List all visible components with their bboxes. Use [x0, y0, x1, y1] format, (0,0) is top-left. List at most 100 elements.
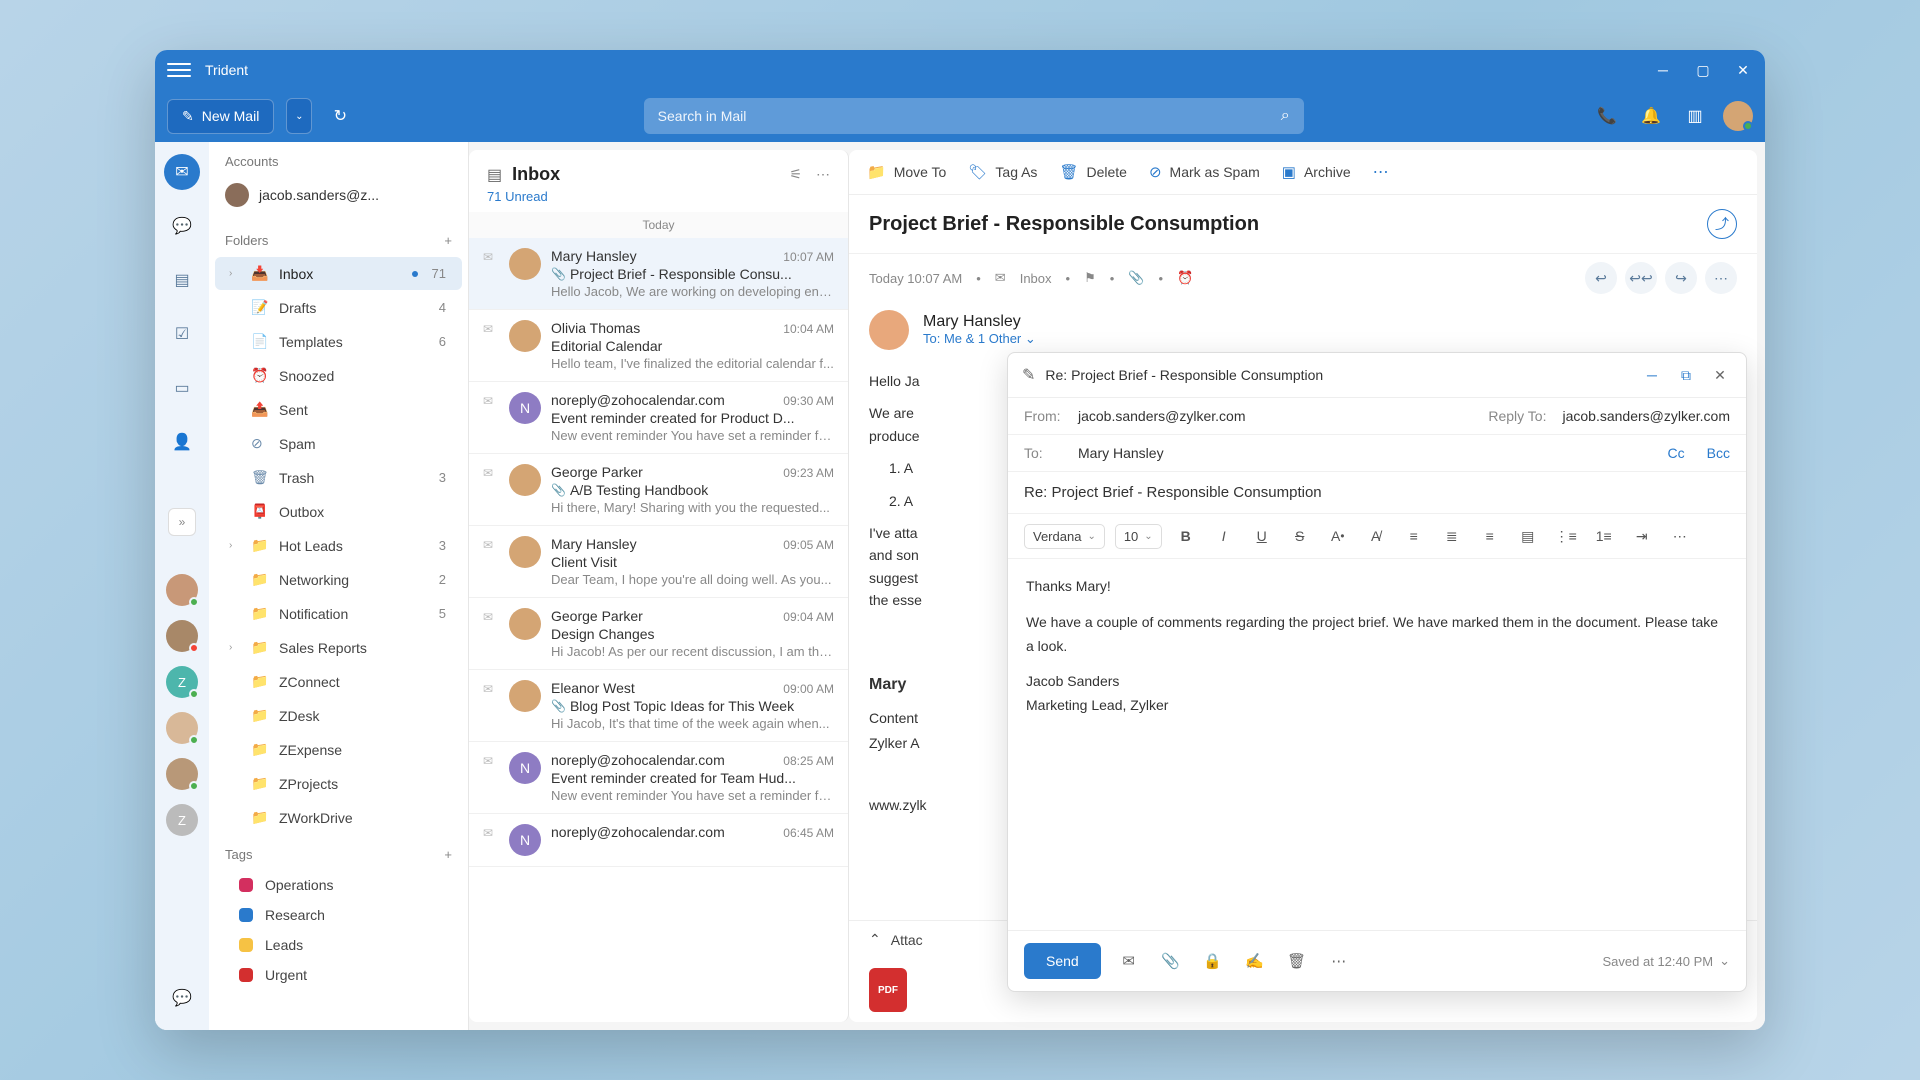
folder-item-networking[interactable]: 📁 Networking 2	[215, 563, 462, 596]
forward-button[interactable]: ↪	[1665, 262, 1697, 294]
folder-item-zdesk[interactable]: 📁 ZDesk	[215, 699, 462, 732]
mail-item[interactable]: ✉ Olivia Thomas10:04 AM Editorial Calend…	[469, 310, 848, 382]
flag-icon[interactable]: ⚑	[1084, 270, 1096, 286]
delete-button[interactable]: 🗑Delete	[1059, 163, 1127, 181]
rail-calendar[interactable]: ▤	[164, 262, 200, 298]
add-folder-icon[interactable]: +	[444, 233, 452, 248]
mail-item[interactable]: ✉ Mary Hansley09:05 AM Client Visit Dear…	[469, 526, 848, 598]
number-list-button[interactable]: 1≡	[1590, 522, 1618, 550]
underline-button[interactable]: U	[1248, 522, 1276, 550]
rail-avatar-2[interactable]	[166, 620, 198, 652]
move-to-button[interactable]: 📁Move To	[867, 163, 946, 181]
filter-icon[interactable]: ⚟	[789, 166, 802, 183]
compose-body[interactable]: Thanks Mary! We have a couple of comment…	[1008, 559, 1746, 930]
search-input[interactable]	[658, 108, 1281, 124]
spam-button[interactable]: ⊘Mark as Spam	[1149, 163, 1260, 181]
more-icon[interactable]: ⋯	[816, 166, 830, 183]
rail-avatar-6[interactable]: Z	[166, 804, 198, 836]
discard-button[interactable]: 🗑	[1283, 947, 1311, 975]
compose-more-button[interactable]: ⋯	[1325, 947, 1353, 975]
mail-list[interactable]: ✉ Mary Hansley10:07 AM 📎Project Brief - …	[469, 238, 848, 1022]
rail-contacts[interactable]: 👤	[164, 424, 200, 460]
refresh-button[interactable]: ↻	[324, 100, 356, 132]
tag-item-research[interactable]: Research	[209, 900, 468, 930]
recipients-link[interactable]: To: Me & 1 Other ⌄	[923, 331, 1036, 347]
new-mail-button[interactable]: ✎ New Mail	[167, 99, 274, 134]
reply-button[interactable]: ↩	[1585, 262, 1617, 294]
folder-item-outbox[interactable]: 📮 Outbox	[215, 495, 462, 528]
tag-item-urgent[interactable]: Urgent	[209, 960, 468, 990]
mail-item[interactable]: ✉ Mary Hansley10:07 AM 📎Project Brief - …	[469, 238, 848, 310]
compose-minimize[interactable]: ─	[1640, 363, 1664, 387]
rail-avatar-5[interactable]	[166, 758, 198, 790]
add-tag-icon[interactable]: +	[444, 847, 452, 862]
encrypt-button[interactable]: 🔒	[1199, 947, 1227, 975]
search-box[interactable]: ⌕	[644, 98, 1304, 134]
mail-item[interactable]: ✉ N noreply@zohocalendar.com06:45 AM	[469, 814, 848, 867]
rail-tasks[interactable]: ☑	[164, 316, 200, 352]
rail-avatar-3[interactable]: Z	[166, 666, 198, 698]
folder-item-drafts[interactable]: 📝 Drafts 4	[215, 291, 462, 324]
close-button[interactable]: ✕	[1733, 60, 1753, 80]
folder-item-hot-leads[interactable]: › 📁 Hot Leads 3	[215, 529, 462, 562]
insert-button[interactable]: ✉	[1115, 947, 1143, 975]
rail-chat[interactable]: 💬	[164, 208, 200, 244]
align-center-button[interactable]: ≣	[1438, 522, 1466, 550]
share-button[interactable]: ⤴	[1707, 209, 1737, 239]
chevron-down-icon[interactable]: ⌄	[1719, 953, 1730, 969]
folder-item-inbox[interactable]: › 📥 Inbox 71	[215, 257, 462, 290]
align-left-button[interactable]: ≡	[1400, 522, 1428, 550]
attach-button[interactable]: 📎	[1157, 947, 1185, 975]
reading-more-button[interactable]: ⋯	[1373, 162, 1389, 182]
folder-item-sent[interactable]: 📤 Sent	[215, 393, 462, 426]
rail-notes[interactable]: ▭	[164, 370, 200, 406]
font-size-select[interactable]: 10⌄	[1115, 524, 1162, 549]
panel-button[interactable]: ▥	[1679, 100, 1711, 132]
folder-item-trash[interactable]: 🗑 Trash 3	[215, 461, 462, 494]
profile-avatar[interactable]	[1723, 101, 1753, 131]
folder-item-zprojects[interactable]: 📁 ZProjects	[215, 767, 462, 800]
bcc-button[interactable]: Bcc	[1707, 445, 1730, 461]
new-mail-dropdown[interactable]: ⌄	[286, 98, 312, 134]
strike-button[interactable]: S	[1286, 522, 1314, 550]
rail-bottom-chat[interactable]: 💬	[164, 980, 200, 1016]
tag-as-button[interactable]: 🏷Tag As	[968, 163, 1037, 181]
folder-item-notification[interactable]: 📁 Notification 5	[215, 597, 462, 630]
archive-button[interactable]: ▣Archive	[1282, 163, 1351, 181]
folder-item-templates[interactable]: 📄 Templates 6	[215, 325, 462, 358]
tag-item-leads[interactable]: Leads	[209, 930, 468, 960]
indent-button[interactable]: ⇥	[1628, 522, 1656, 550]
folder-item-spam[interactable]: ⊘ Spam	[215, 427, 462, 460]
mail-item[interactable]: ✉ N noreply@zohocalendar.com08:25 AM Eve…	[469, 742, 848, 814]
mail-item[interactable]: ✉ Eleanor West09:00 AM 📎Blog Post Topic …	[469, 670, 848, 742]
folder-item-zconnect[interactable]: 📁 ZConnect	[215, 665, 462, 698]
bold-button[interactable]: B	[1172, 522, 1200, 550]
minimize-button[interactable]: ─	[1653, 60, 1673, 80]
rail-avatar-1[interactable]	[166, 574, 198, 606]
attachment-icon[interactable]: 📎	[1128, 270, 1144, 286]
folder-item-sales-reports[interactable]: › 📁 Sales Reports	[215, 631, 462, 664]
bullet-list-button[interactable]: ⋮≡	[1552, 522, 1580, 550]
compose-close[interactable]: ✕	[1708, 363, 1732, 387]
italic-button[interactable]: I	[1210, 522, 1238, 550]
align-right-button[interactable]: ≡	[1476, 522, 1504, 550]
compose-popout[interactable]: ⧉	[1674, 363, 1698, 387]
mail-item[interactable]: ✉ N noreply@zohocalendar.com09:30 AM Eve…	[469, 382, 848, 454]
send-button[interactable]: Send	[1024, 943, 1101, 979]
notifications-button[interactable]: 🔔	[1635, 100, 1667, 132]
folder-item-zworkdrive[interactable]: 📁 ZWorkDrive	[215, 801, 462, 834]
align-justify-button[interactable]: ▤	[1514, 522, 1542, 550]
maximize-button[interactable]: ▢	[1693, 60, 1713, 80]
rail-expand[interactable]: »	[168, 508, 196, 536]
folder-item-zexpense[interactable]: 📁 ZExpense	[215, 733, 462, 766]
reply-all-button[interactable]: ↩↩	[1625, 262, 1657, 294]
reminder-icon[interactable]: ⏰	[1177, 270, 1193, 286]
folder-item-snoozed[interactable]: ⏰ Snoozed	[215, 359, 462, 392]
font-color-button[interactable]: A•	[1324, 522, 1352, 550]
account-row[interactable]: jacob.sanders@z...	[209, 177, 468, 221]
call-button[interactable]: 📞	[1591, 100, 1623, 132]
format-more-button[interactable]: ⋯	[1666, 522, 1694, 550]
mail-item[interactable]: ✉ George Parker09:04 AM Design Changes H…	[469, 598, 848, 670]
rail-mail[interactable]: ✉	[164, 154, 200, 190]
message-more-button[interactable]: ⋯	[1705, 262, 1737, 294]
